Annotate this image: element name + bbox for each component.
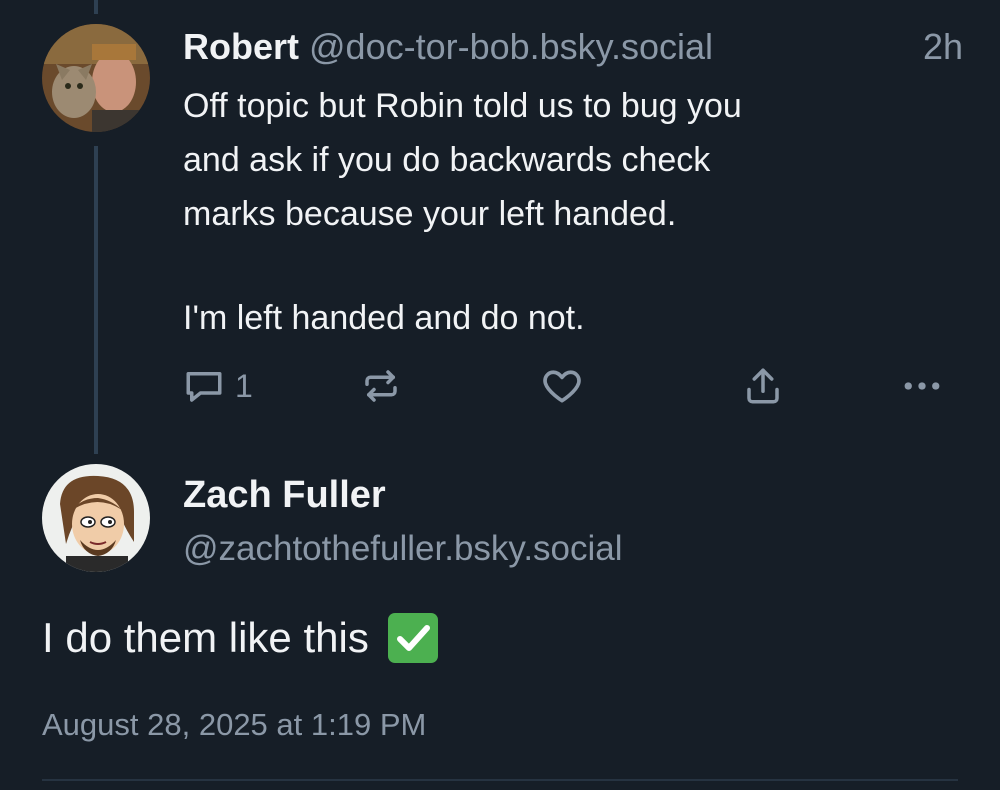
check-mark-emoji-icon [387, 612, 439, 664]
repost-button[interactable] [360, 362, 402, 410]
share-upload-icon [747, 368, 779, 404]
thread-line [94, 146, 98, 454]
thread-line-top [94, 0, 98, 14]
heart-icon [543, 370, 581, 403]
reply-author-name[interactable]: Robert [183, 26, 299, 67]
reply-header: Robert @doc-tor-bob.bsky.social 2h [183, 22, 963, 72]
avatar[interactable] [42, 24, 150, 132]
reply-text: Off topic but Robin told us to bug you a… [183, 79, 963, 345]
avatar[interactable] [42, 464, 150, 572]
avatar-zach-image [42, 464, 150, 572]
repost-arrows-icon [365, 370, 397, 402]
post-text: I do them like this [42, 608, 439, 668]
reply-text-line: Off topic but Robin told us to bug you [183, 87, 742, 125]
reply-text-line: and ask if you do backwards check [183, 141, 711, 179]
reply-author-handle[interactable]: @doc-tor-bob.bsky.social [309, 26, 713, 67]
reply-count: 1 [235, 367, 253, 404]
post-author-name[interactable]: Zach Fuller [183, 470, 386, 520]
avatar-robert-image [42, 24, 150, 132]
share-button[interactable] [742, 362, 784, 410]
post-author-handle[interactable]: @zachtothefuller.bsky.social [183, 524, 623, 574]
like-button[interactable] [540, 362, 584, 410]
post-timestamp: August 28, 2025 at 1:19 PM [42, 707, 427, 742]
speech-bubble-icon [186, 372, 222, 402]
reply-time-ago: 2h [922, 26, 963, 67]
more-options-button[interactable] [900, 362, 944, 410]
reply-button[interactable]: 1 [183, 362, 253, 410]
reply-text-followup: I'm left handed and do not. [183, 299, 585, 337]
reply-text-line: marks because your left handed. [183, 195, 677, 233]
post-text-content: I do them like this [42, 614, 369, 661]
divider [42, 779, 958, 781]
more-dots-icon [904, 382, 940, 390]
